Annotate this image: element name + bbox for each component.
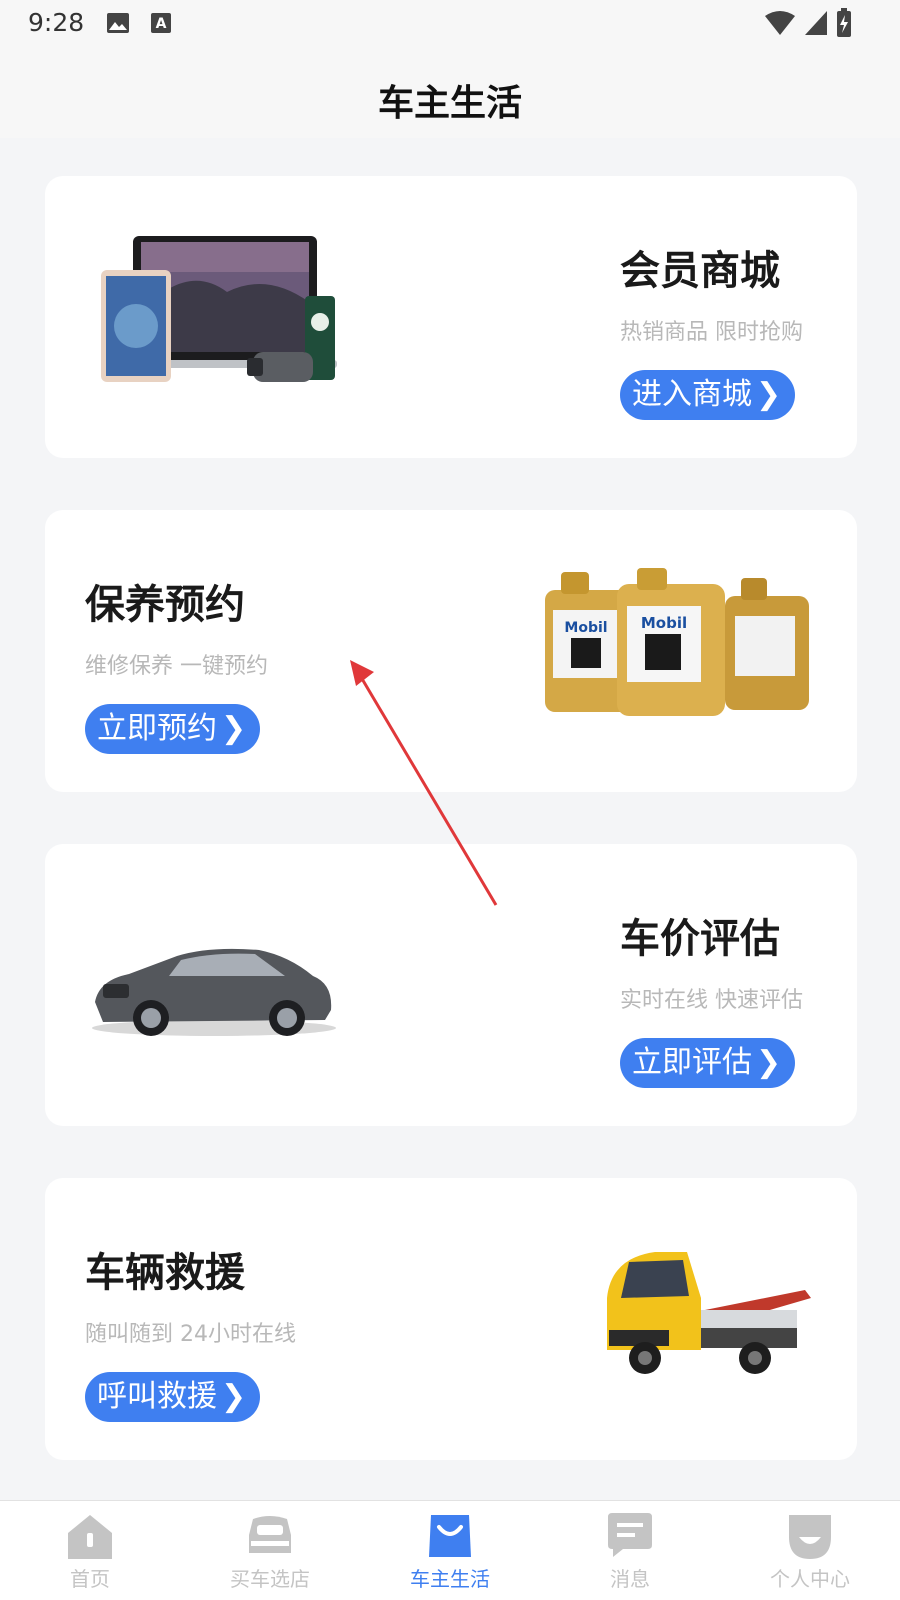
card-title: 车价评估 xyxy=(620,916,780,962)
maintenance-booking-card[interactable]: 保养预约 维修保养 一键预约 立即预约 ❯ Mobil Mobil xyxy=(45,510,857,792)
car-valuation-card[interactable]: 车价评估 实时在线 快速评估 立即评估 ❯ xyxy=(45,844,857,1126)
wifi-icon xyxy=(764,10,796,40)
call-rescue-button[interactable]: 呼叫救援 ❯ xyxy=(85,1372,261,1422)
card-title: 保养预约 xyxy=(85,582,245,628)
button-label: 立即预约 xyxy=(97,711,217,746)
text-a-icon: A xyxy=(150,12,172,38)
button-label: 立即评估 xyxy=(632,1045,752,1080)
sedan-car-image xyxy=(89,932,339,1046)
page-title: 车主生活 xyxy=(377,83,522,124)
book-now-button[interactable]: 立即预约 ❯ xyxy=(85,704,261,754)
tab-messages[interactable]: 消息 xyxy=(540,1501,720,1600)
enter-mall-button[interactable]: 进入商城 ❯ xyxy=(620,370,796,420)
member-mall-card[interactable]: 会员商城 热销商品 限时抢购 进入商城 ❯ xyxy=(45,176,857,458)
card-subtitle: 随叫随到 24小时在线 xyxy=(85,1322,296,1347)
chevron-right-icon: ❯ xyxy=(756,377,782,412)
svg-text:A: A xyxy=(156,16,167,32)
electronics-products-image xyxy=(97,232,347,396)
bottom-tab-bar: 首页 买车选店 车主生活 消息 个人中心 xyxy=(0,1500,900,1600)
battery-charging-icon xyxy=(836,8,852,42)
svg-text:Mobil: Mobil xyxy=(564,620,607,636)
chevron-right-icon: ❯ xyxy=(221,711,247,746)
signal-icon xyxy=(804,10,828,40)
chevron-right-icon: ❯ xyxy=(221,1379,247,1414)
card-title: 会员商城 xyxy=(620,248,780,294)
tab-label: 车主生活 xyxy=(410,1567,490,1591)
tab-home[interactable]: 首页 xyxy=(0,1501,180,1600)
car-icon xyxy=(245,1511,295,1561)
card-subtitle: 热销商品 限时抢购 xyxy=(620,320,803,345)
message-icon xyxy=(605,1511,655,1561)
vehicle-rescue-card[interactable]: 车辆救援 随叫随到 24小时在线 呼叫救援 ❯ xyxy=(45,1178,857,1460)
button-label: 进入商城 xyxy=(632,377,752,412)
status-bar: 9:28 A xyxy=(0,0,900,50)
tab-label: 消息 xyxy=(610,1567,650,1591)
chevron-right-icon: ❯ xyxy=(756,1045,782,1080)
card-subtitle: 实时在线 快速评估 xyxy=(620,988,803,1013)
button-label: 呼叫救援 xyxy=(97,1379,217,1414)
status-time: 9:28 xyxy=(28,8,85,37)
shopping-bag-icon xyxy=(425,1511,475,1561)
card-subtitle: 维修保养 一键预约 xyxy=(85,654,268,679)
evaluate-now-button[interactable]: 立即评估 ❯ xyxy=(620,1038,796,1088)
svg-text:Mobil: Mobil xyxy=(641,614,687,632)
tab-label: 个人中心 xyxy=(770,1567,850,1591)
top-nav-bar: 车主生活 xyxy=(0,50,900,138)
tab-label: 首页 xyxy=(70,1567,110,1591)
motor-oil-bottles-image: Mobil Mobil xyxy=(545,566,815,730)
image-icon xyxy=(106,12,130,38)
tab-label: 买车选店 xyxy=(230,1567,310,1591)
tow-truck-image xyxy=(605,1238,815,1392)
tab-owner-life[interactable]: 车主生活 xyxy=(360,1501,540,1600)
home-icon xyxy=(65,1511,115,1561)
tab-buy-car[interactable]: 买车选店 xyxy=(180,1501,360,1600)
profile-icon xyxy=(785,1511,835,1561)
card-title: 车辆救援 xyxy=(85,1250,245,1296)
tab-profile[interactable]: 个人中心 xyxy=(720,1501,900,1600)
